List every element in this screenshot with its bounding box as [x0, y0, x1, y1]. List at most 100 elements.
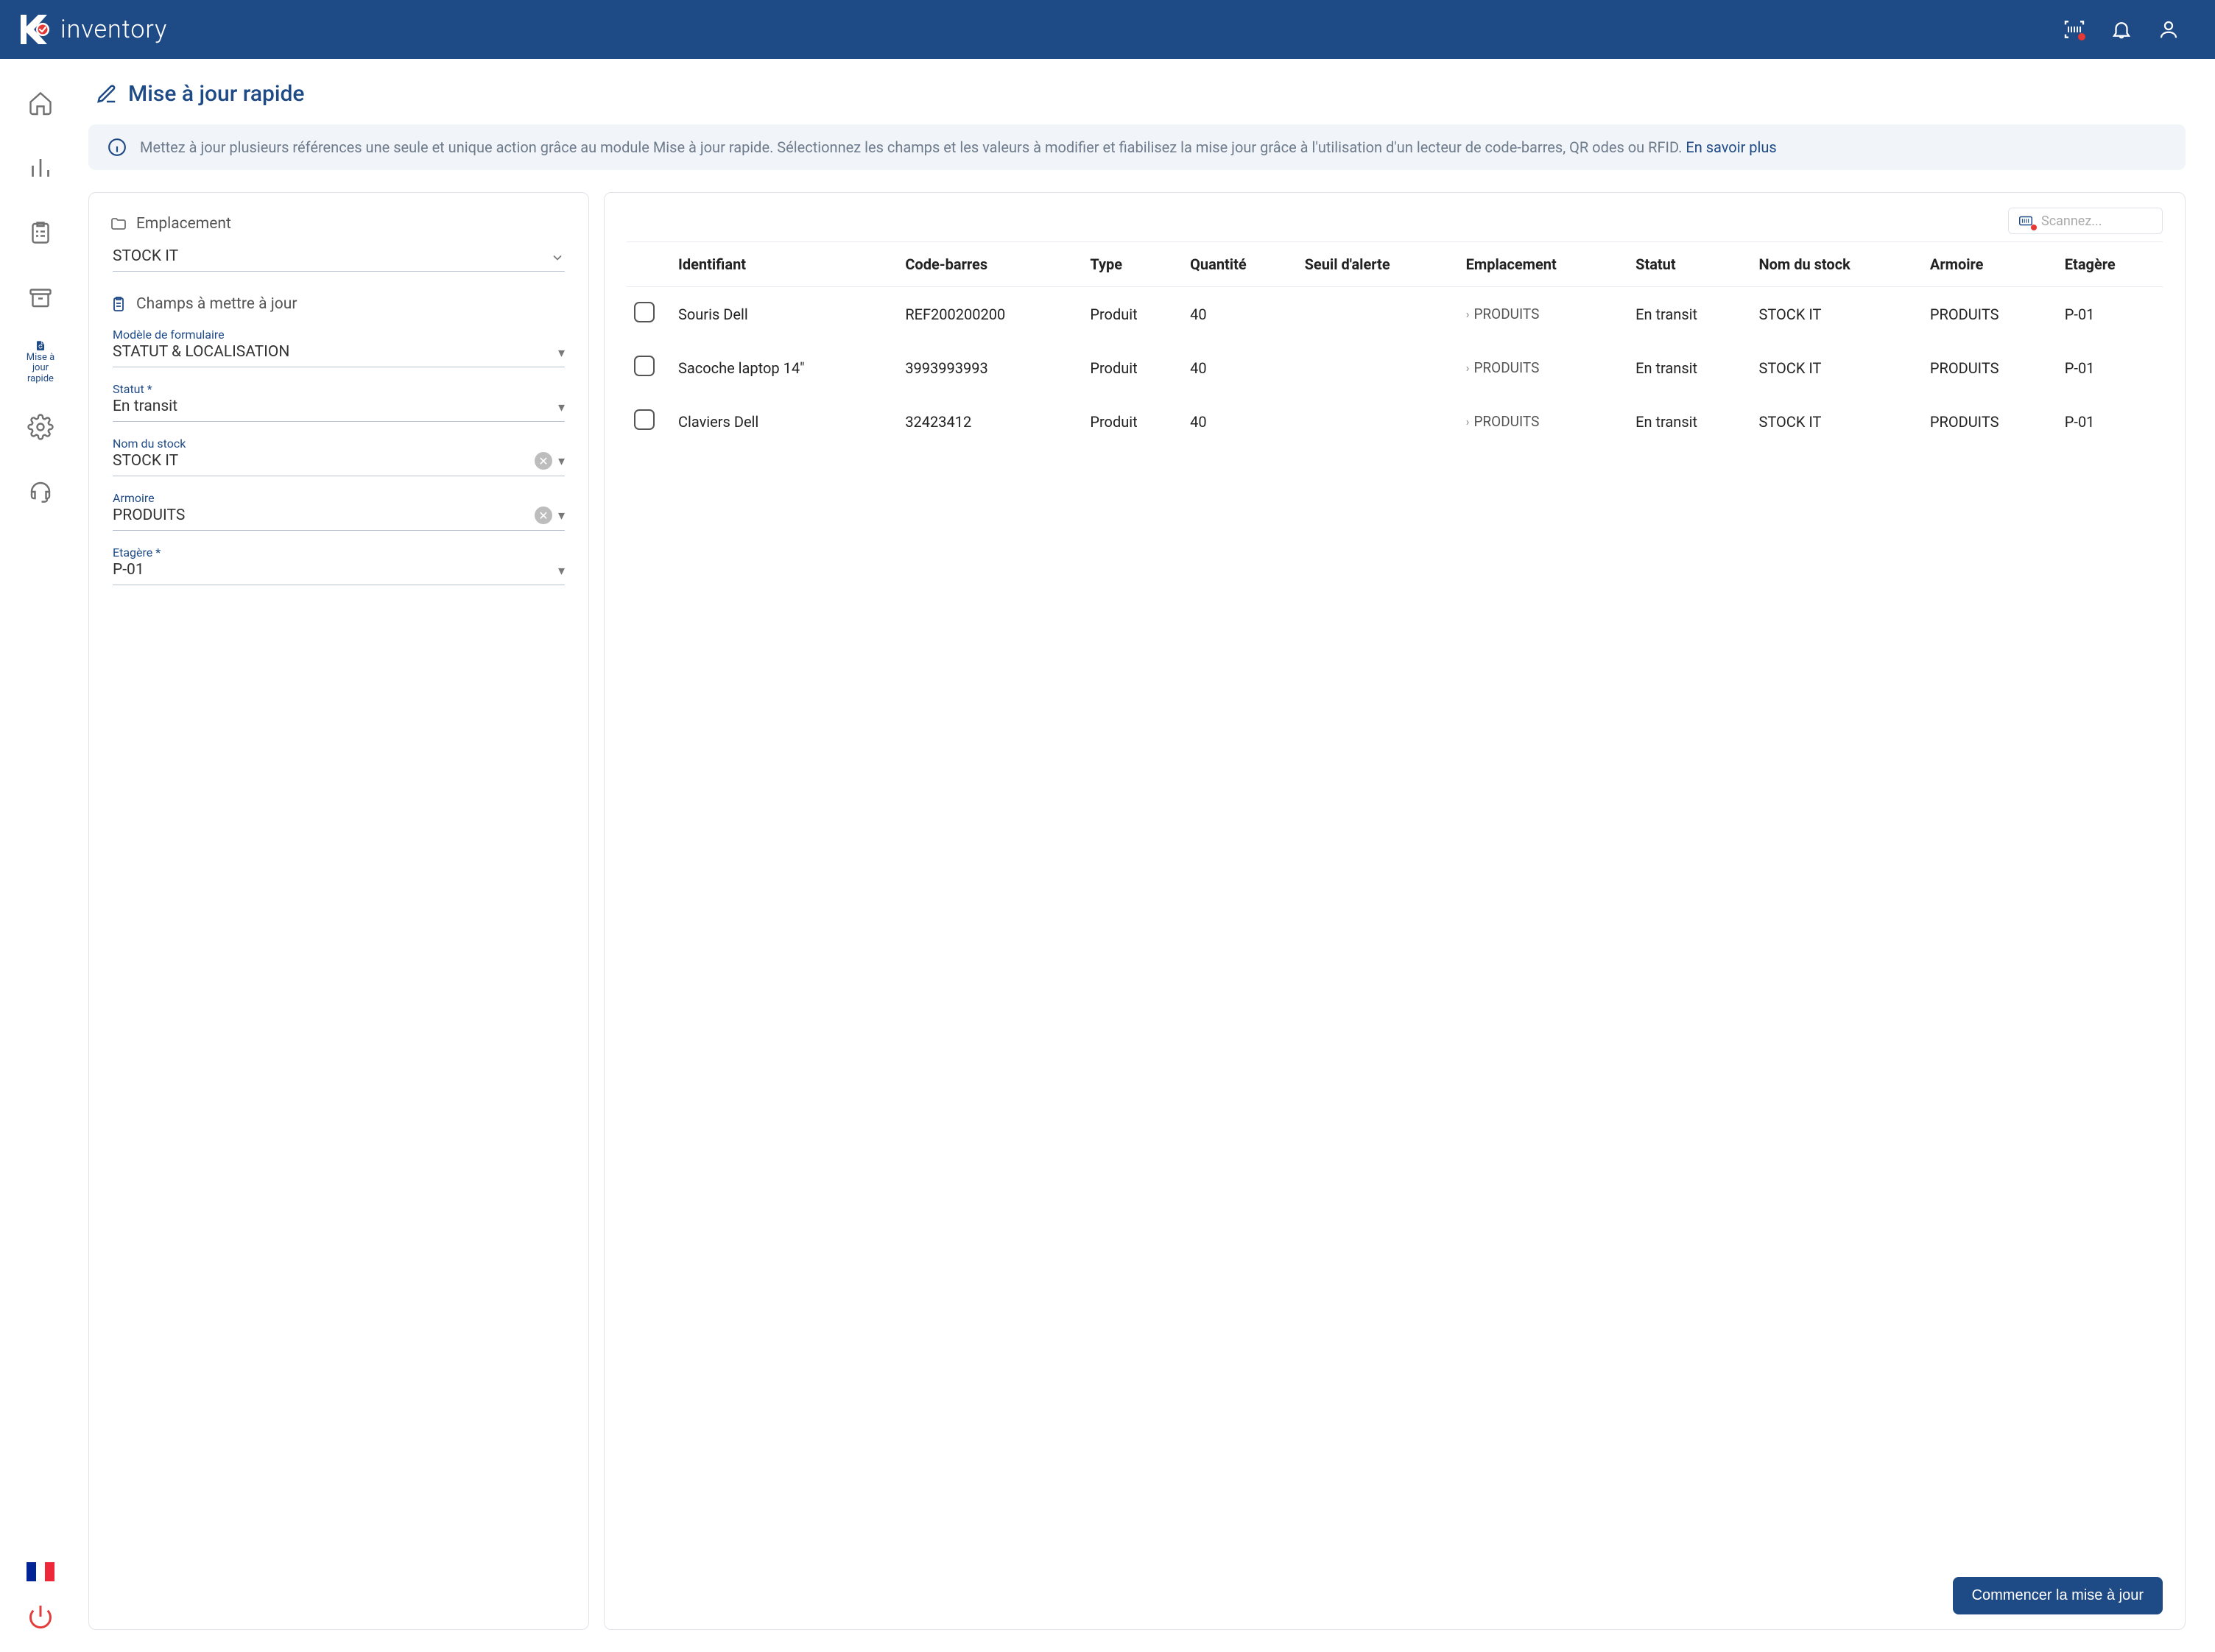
sidebar-item-analytics[interactable]	[18, 146, 63, 190]
chevron-right-icon: ›	[1466, 361, 1470, 375]
left-panel: Emplacement STOCK IT Champs à mettre à j…	[88, 192, 589, 1630]
sidebar-item-quick-update[interactable]: Mise à jourrapide	[18, 340, 63, 384]
right-panel: Scannez... Identifiant Code-barres Type …	[604, 192, 2186, 1630]
table-header-row: Identifiant Code-barres Type Quantité Se…	[627, 242, 2163, 287]
start-update-button[interactable]: Commencer la mise à jour	[1953, 1577, 2163, 1614]
brand-logo-icon	[15, 10, 53, 49]
cell-stock-name: STOCK IT	[1752, 341, 1923, 395]
template-label: Modèle de formulaire	[113, 328, 551, 342]
info-icon	[108, 138, 127, 157]
cell-identifier: Claviers Dell	[671, 395, 898, 448]
cell-quantity: 40	[1183, 341, 1297, 395]
brand: inventory	[15, 10, 167, 49]
edit-icon	[96, 83, 118, 105]
col-barcode: Code-barres	[898, 242, 1082, 287]
clipboard-icon	[110, 295, 127, 313]
clear-stock-button[interactable]: ✕	[535, 452, 552, 470]
cell-status: En transit	[1628, 341, 1751, 395]
cell-cabinet: PRODUITS	[1923, 395, 2057, 448]
sidebar-item-support[interactable]	[18, 470, 63, 514]
folder-icon	[110, 215, 127, 233]
cell-type: Produit	[1082, 395, 1183, 448]
cell-status: En transit	[1628, 287, 1751, 342]
shelf-select[interactable]: Etagère * P-01 ▾	[113, 541, 565, 585]
cell-barcode: 3993993993	[898, 341, 1082, 395]
shelf-label: Etagère *	[113, 546, 551, 560]
template-select[interactable]: Modèle de formulaire STATUT & LOCALISATI…	[113, 323, 565, 367]
cell-threshold	[1297, 341, 1459, 395]
status-value: En transit	[113, 398, 551, 415]
sidebar-item-home[interactable]	[18, 81, 63, 125]
chevron-right-icon: ›	[1466, 307, 1470, 321]
col-quantity: Quantité	[1183, 242, 1297, 287]
header-user-button[interactable]	[2152, 13, 2186, 46]
logout-button[interactable]	[27, 1603, 54, 1630]
col-type: Type	[1082, 242, 1183, 287]
stock-value: STOCK IT	[113, 452, 527, 470]
section-fields-header: Champs à mettre à jour	[110, 295, 568, 313]
cell-threshold	[1297, 287, 1459, 342]
cell-cabinet: PRODUITS	[1923, 341, 2057, 395]
caret-down-icon: ▾	[558, 508, 565, 523]
cell-shelf: P-01	[2057, 395, 2163, 448]
cabinet-select[interactable]: Armoire PRODUITS ✕ ▾	[113, 487, 565, 531]
table-row: Sacoche laptop 14" 3993993993 Produit 40…	[627, 341, 2163, 395]
stock-select[interactable]: Nom du stock STOCK IT ✕ ▾	[113, 432, 565, 476]
sidebar-item-settings[interactable]	[18, 405, 63, 449]
col-status: Statut	[1628, 242, 1751, 287]
location-select[interactable]: STOCK IT	[113, 243, 565, 272]
cell-identifier: Souris Dell	[671, 287, 898, 342]
sidebar-active-label: Mise à jourrapide	[18, 353, 63, 384]
cell-stock-name: STOCK IT	[1752, 287, 1923, 342]
cell-location[interactable]: › PRODUITS	[1466, 413, 1621, 430]
scan-placeholder: Scannez...	[2041, 213, 2102, 229]
header-bell-button[interactable]	[2105, 13, 2138, 46]
template-value: STATUT & LOCALISATION	[113, 343, 551, 361]
language-flag-fr[interactable]	[27, 1562, 54, 1581]
col-identifier: Identifiant	[671, 242, 898, 287]
cell-location[interactable]: › PRODUITS	[1466, 359, 1621, 376]
info-banner: Mettez à jour plusieurs références une s…	[88, 124, 2186, 170]
cell-status: En transit	[1628, 395, 1751, 448]
cell-location[interactable]: › PRODUITS	[1466, 306, 1621, 322]
status-label: Statut *	[113, 382, 551, 396]
page-title: Mise à jour rapide	[96, 81, 2186, 107]
table-row: Souris Dell REF200200200 Produit 40 › PR…	[627, 287, 2163, 342]
cell-quantity: 40	[1183, 395, 1297, 448]
sidebar: Mise à jourrapide	[0, 59, 81, 1652]
sidebar-item-tasks[interactable]	[18, 211, 63, 255]
row-checkbox[interactable]	[634, 409, 655, 430]
data-table: Identifiant Code-barres Type Quantité Se…	[627, 241, 2163, 448]
chevron-right-icon: ›	[1466, 414, 1470, 428]
table-row: Claviers Dell 32423412 Produit 40 › PROD…	[627, 395, 2163, 448]
caret-down-icon: ▾	[558, 345, 565, 361]
app-header: inventory	[0, 0, 2215, 59]
sidebar-item-archive[interactable]	[18, 275, 63, 320]
location-value: STOCK IT	[113, 247, 543, 265]
col-stock-name: Nom du stock	[1752, 242, 1923, 287]
clear-cabinet-button[interactable]: ✕	[535, 506, 552, 524]
cell-shelf: P-01	[2057, 287, 2163, 342]
cell-barcode: REF200200200	[898, 287, 1082, 342]
status-select[interactable]: Statut * En transit ▾	[113, 378, 565, 422]
cell-shelf: P-01	[2057, 341, 2163, 395]
col-location: Emplacement	[1459, 242, 1629, 287]
cell-identifier: Sacoche laptop 14"	[671, 341, 898, 395]
cell-threshold	[1297, 395, 1459, 448]
row-checkbox[interactable]	[634, 302, 655, 322]
chevron-down-icon	[550, 250, 565, 265]
cell-stock-name: STOCK IT	[1752, 395, 1923, 448]
info-learn-more-link[interactable]: En savoir plus	[1686, 138, 1776, 156]
caret-down-icon: ▾	[558, 453, 565, 469]
header-scan-button[interactable]	[2057, 13, 2091, 46]
col-shelf: Etagère	[2057, 242, 2163, 287]
row-checkbox[interactable]	[634, 356, 655, 376]
cell-cabinet: PRODUITS	[1923, 287, 2057, 342]
cell-quantity: 40	[1183, 287, 1297, 342]
notification-dot-icon	[2078, 33, 2085, 40]
scan-input[interactable]: Scannez...	[2008, 208, 2163, 234]
cell-type: Produit	[1082, 341, 1183, 395]
cell-type: Produit	[1082, 287, 1183, 342]
caret-down-icon: ▾	[558, 400, 565, 415]
col-cabinet: Armoire	[1923, 242, 2057, 287]
